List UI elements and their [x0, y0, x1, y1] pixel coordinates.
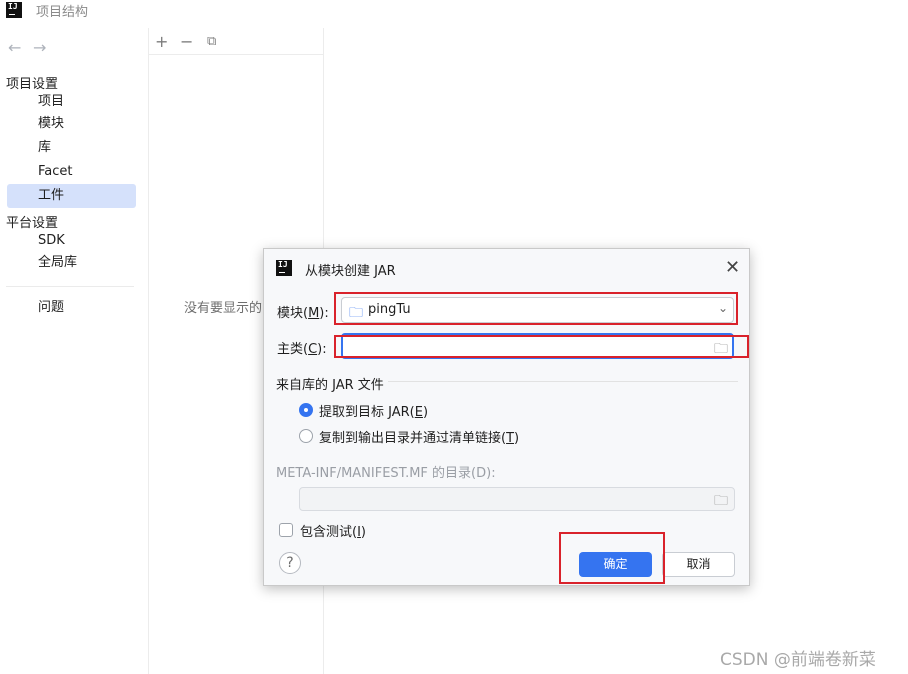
manifest-dir-input: 🗀 [299, 487, 735, 511]
window-title: 项目结构 [36, 5, 89, 20]
sidebar-item-problems[interactable]: 问题 [7, 296, 136, 320]
title-bar: IJ 项目结构 [0, 0, 908, 28]
radio-extract[interactable] [299, 403, 313, 417]
copy-icon[interactable]: ⧉ [207, 34, 216, 49]
empty-state-text: 没有要显示的 [184, 301, 263, 316]
sidebar-item-libraries[interactable]: 库 [7, 136, 136, 160]
main-class-label: 主类(C): [277, 342, 327, 357]
main-class-input[interactable]: 🗀 [341, 333, 734, 359]
module-select[interactable]: 🗀 pingTu ⌄ [341, 297, 734, 323]
chevron-down-icon: ⌄ [718, 301, 729, 315]
include-tests-label[interactable]: 包含测试(I) [300, 521, 366, 540]
radio-extract-label[interactable]: 提取到目标 JAR(E) [319, 401, 428, 420]
radio-copy-link[interactable] [299, 429, 313, 443]
module-folder-icon: 🗀 [349, 305, 363, 321]
cancel-button[interactable]: 取消 [662, 552, 735, 577]
manifest-folder-icon: 🗀 [714, 493, 728, 509]
group-separator [388, 381, 738, 382]
app-logo-icon: IJ [6, 2, 22, 18]
add-icon[interactable]: + [155, 32, 168, 51]
forward-arrow-icon[interactable]: → [33, 38, 46, 57]
sidebar-item-facet[interactable]: Facet [7, 160, 136, 184]
back-arrow-icon[interactable]: ← [8, 38, 21, 57]
module-label: 模块(M): [277, 306, 329, 321]
close-icon[interactable]: ✕ [725, 257, 740, 278]
sidebar-item-modules[interactable]: 模块 [7, 112, 136, 136]
remove-icon[interactable]: − [180, 32, 193, 51]
module-value: pingTu [368, 302, 411, 317]
jar-files-group-label: 来自库的 JAR 文件 [276, 378, 384, 393]
sidebar-divider [6, 286, 134, 287]
include-tests-checkbox[interactable] [279, 523, 293, 537]
manifest-dir-label: META-INF/MANIFEST.MF 的目录(D): [276, 466, 496, 481]
sidebar-item-artifacts[interactable]: 工件 [7, 184, 136, 208]
sidebar-item-sdk[interactable]: SDK [7, 229, 136, 253]
radio-copy-link-label[interactable]: 复制到输出目录并通过清单链接(T) [319, 427, 519, 446]
watermark: CSDN @前端卷新菜 [720, 650, 876, 670]
help-button[interactable]: ? [279, 552, 301, 574]
browse-folder-icon[interactable]: 🗀 [714, 338, 728, 362]
ok-button[interactable]: 确定 [579, 552, 652, 577]
create-jar-dialog: IJ 从模块创建 JAR ✕ 模块(M): 🗀 pingTu ⌄ 主类(C): … [263, 248, 750, 586]
dialog-logo-icon: IJ [276, 260, 292, 276]
toolbar-divider [149, 54, 323, 55]
sidebar-item-global-libraries[interactable]: 全局库 [7, 251, 136, 275]
dialog-title: 从模块创建 JAR [305, 264, 396, 279]
sidebar-item-project[interactable]: 项目 [7, 90, 136, 114]
